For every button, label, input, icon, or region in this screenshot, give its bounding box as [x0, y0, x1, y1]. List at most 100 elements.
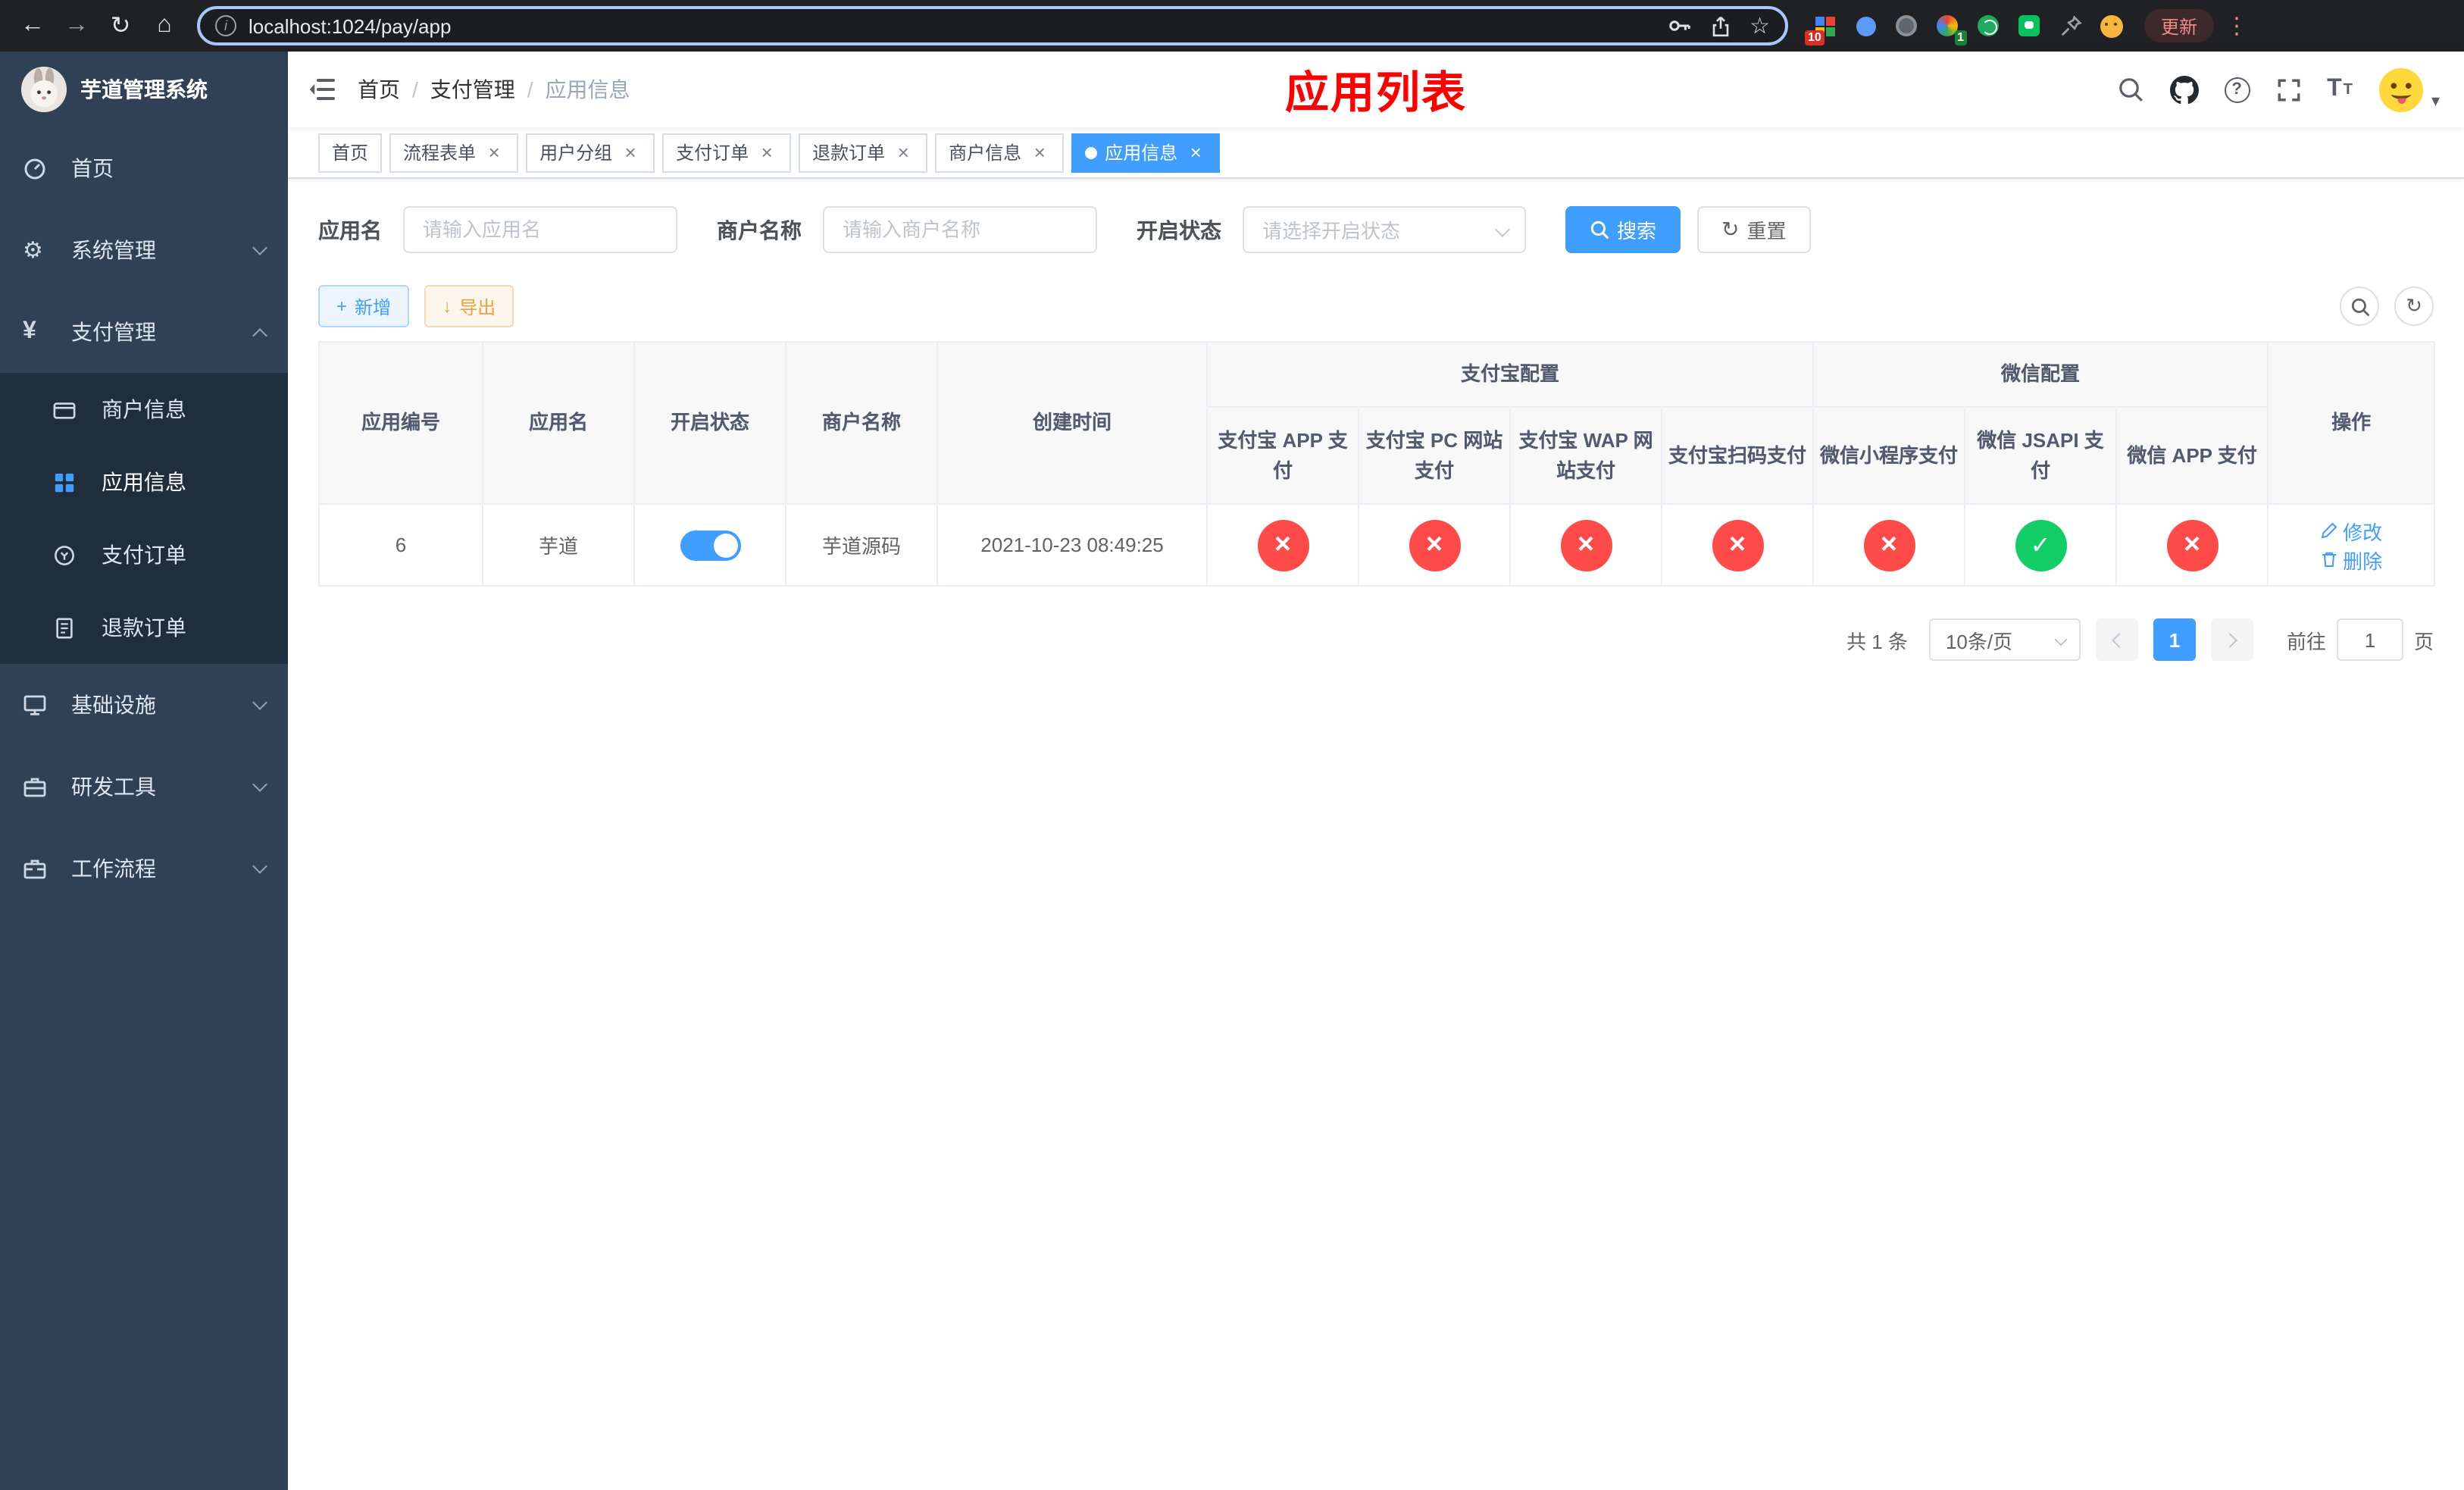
sidebar-item-payment-management[interactable]: ¥ 支付管理 [0, 291, 288, 373]
next-page-button[interactable] [2210, 618, 2253, 661]
page-title: 应用列表 [1284, 70, 1468, 118]
github-icon[interactable] [2169, 75, 2199, 104]
payment-submenu: 商户信息 应用信息 支付订单 退款订单 [0, 373, 288, 664]
export-button[interactable]: ↓ 导出 [424, 285, 514, 327]
breadcrumb: 首页 支付管理 应用信息 [358, 74, 630, 105]
refresh-table-button[interactable]: ↻ [2394, 286, 2434, 326]
chevron-down-icon [1495, 222, 1510, 237]
page-size-select[interactable]: 10条/页 [1928, 618, 2081, 661]
edit-link-label: 修改 [2343, 521, 2383, 543]
search-button[interactable]: 搜索 [1565, 206, 1681, 253]
extension-blue-dot-icon[interactable] [1850, 11, 1881, 41]
search-icon[interactable] [2116, 76, 2143, 103]
page-number-button[interactable]: 1 [2153, 618, 2196, 661]
col-header-merchant: 商户名称 [785, 341, 938, 505]
app-table: 应用编号 应用名 开启状态 商户名称 创建时间 支付宝配置 微信配置 操作 支付… [318, 341, 2436, 587]
chevron-down-icon [2054, 633, 2068, 646]
user-avatar[interactable] [2378, 66, 2425, 113]
tab-refund-order[interactable]: 退款订单 [799, 133, 928, 172]
prev-page-button[interactable] [2095, 618, 2138, 661]
app-name-input[interactable] [403, 206, 677, 253]
tab-label: 应用信息 [1105, 142, 1178, 164]
tab-user-group[interactable]: 用户分组 [526, 133, 655, 172]
col-header-alipay-pc: 支付宝 PC 网站支付 [1358, 406, 1511, 505]
sidebar-subitem-app-info[interactable]: 应用信息 [0, 446, 288, 518]
bookmark-star-icon[interactable]: ☆ [1750, 12, 1770, 39]
alipay-pc-pay-status-icon [1409, 519, 1460, 571]
breadcrumb-home[interactable]: 首页 [358, 74, 400, 105]
browser-menu-icon[interactable]: ⋮ [2223, 12, 2250, 39]
browser-reload-button[interactable]: ↻ [100, 5, 141, 46]
share-icon[interactable] [1709, 14, 1731, 37]
browser-forward-button[interactable]: → [56, 5, 97, 46]
tags-view-bar: 首页 流程表单 用户分组 支付订单 [288, 127, 2464, 179]
sidebar-item-system-management[interactable]: ⚙ 系统管理 [0, 209, 288, 291]
user-menu[interactable]: ▾ [2378, 66, 2440, 113]
sidebar-item-workflow[interactable]: 工作流程 [0, 828, 288, 909]
col-header-app-name: 应用名 [482, 341, 635, 505]
filter-form: 应用名 商户名称 开启状态 请选择开启状态 [318, 206, 2434, 253]
cell-app-name: 芋道 [482, 503, 635, 587]
extension-green-circle-icon[interactable] [1973, 11, 2003, 41]
close-icon[interactable] [620, 142, 641, 163]
tab-process-form[interactable]: 流程表单 [389, 133, 519, 172]
tab-merchant-info[interactable]: 商户信息 [935, 133, 1065, 172]
extension-face-icon[interactable] [2096, 11, 2126, 41]
sidebar-subitem-payment-order[interactable]: 支付订单 [0, 518, 288, 591]
extension-green-square-icon[interactable] [2014, 11, 2044, 41]
tab-payment-order[interactable]: 支付订单 [662, 133, 792, 172]
grid-icon [53, 471, 89, 493]
breadcrumb-payment[interactable]: 支付管理 [430, 74, 515, 105]
close-icon[interactable] [1185, 142, 1206, 163]
merchant-name-input[interactable] [823, 206, 1097, 253]
sidebar-item-home[interactable]: 首页 [0, 127, 288, 209]
sidebar: 芋道管理系统 首页 ⚙ 系统管理 ¥ 支付管理 商户信息 应用信息 支付订单 退… [0, 52, 288, 1490]
edit-link[interactable]: 修改 [2320, 516, 2382, 545]
extension-grid-icon[interactable]: 10 [1805, 11, 1840, 45]
breadcrumb-separator [527, 77, 533, 102]
tab-app-info[interactable]: 应用信息 [1071, 133, 1221, 172]
goto-page-input[interactable] [2336, 618, 2403, 661]
toggle-search-button[interactable] [2340, 286, 2379, 326]
sidebar-subitem-merchant-info[interactable]: 商户信息 [0, 373, 288, 446]
app-name-label: 应用名 [318, 218, 382, 242]
sidebar-item-label: 系统管理 [71, 238, 156, 262]
close-icon[interactable] [483, 142, 505, 163]
close-icon[interactable] [1029, 142, 1050, 163]
browser-back-button[interactable]: ← [12, 5, 53, 46]
goto-label: 前往 [2286, 630, 2326, 653]
site-info-icon[interactable] [215, 15, 236, 36]
close-icon[interactable] [893, 142, 914, 163]
extension-pin-icon[interactable] [2055, 11, 2085, 41]
app-logo[interactable]: 芋道管理系统 [0, 52, 288, 127]
caret-down-icon: ▾ [2431, 92, 2440, 110]
app-status-toggle[interactable] [680, 530, 740, 560]
close-icon[interactable] [756, 142, 777, 163]
browser-update-button[interactable]: 更新 [2144, 9, 2215, 42]
font-size-icon[interactable] [2327, 76, 2353, 103]
help-icon[interactable] [2224, 77, 2250, 102]
page-size-value: 10条/页 [1945, 630, 2013, 653]
reset-button[interactable]: ↻ 重置 [1697, 206, 1811, 253]
browser-home-button[interactable]: ⌂ [144, 5, 185, 46]
address-bar[interactable]: localhost:1024/pay/app ☆ [197, 6, 1788, 45]
extension-gray-circle-icon[interactable] [1891, 11, 1921, 41]
sidebar-toggle[interactable] [288, 52, 358, 127]
browser-window: ← → ↻ ⌂ localhost:1024/pay/app ☆ 10 [0, 0, 2464, 1490]
refresh-icon: ↻ [1721, 217, 1740, 241]
alipay-app-pay-status-icon [1257, 519, 1309, 571]
add-button[interactable]: + 新增 [318, 285, 410, 327]
status-select[interactable]: 请选择开启状态 [1243, 206, 1526, 253]
sidebar-item-dev-tools[interactable]: 研发工具 [0, 746, 288, 828]
extension-color-wheel-icon[interactable]: 1 [1932, 11, 1967, 45]
password-key-icon[interactable] [1666, 14, 1690, 38]
logo-rabbit-icon [21, 67, 67, 112]
tab-label: 首页 [332, 142, 369, 164]
navbar-actions: ▾ [2116, 66, 2464, 113]
fullscreen-icon[interactable] [2275, 77, 2301, 102]
delete-link[interactable]: 删除 [2320, 545, 2382, 574]
sidebar-subitem-refund-order[interactable]: 退款订单 [0, 591, 288, 664]
tab-home[interactable]: 首页 [318, 133, 383, 172]
sidebar-item-infrastructure[interactable]: 基础设施 [0, 664, 288, 746]
col-header-alipay-wap: 支付宝 WAP 网站支付 [1509, 406, 1662, 505]
